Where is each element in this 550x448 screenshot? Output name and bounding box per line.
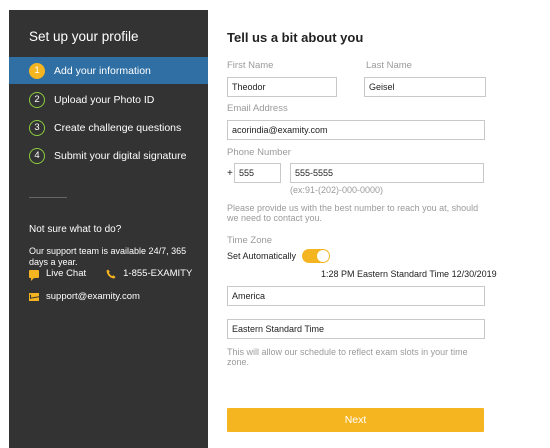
step-label: Add your information [54, 64, 151, 77]
chat-icon [29, 269, 39, 281]
profile-form: Tell us a bit about you First Name Theod… [208, 10, 550, 448]
country-code-input[interactable]: 555 [234, 163, 281, 183]
step-label: Upload your Photo ID [54, 93, 155, 106]
help-text: Our support team is available 24/7, 365 … [29, 246, 187, 267]
auto-timezone-toggle[interactable] [302, 249, 331, 263]
email-label: Email Address [227, 103, 288, 114]
first-name-label: First Name [227, 60, 274, 71]
step-challenge-questions[interactable]: 3 Create challenge questions [9, 114, 208, 141]
timezone-note: This will allow our schedule to reflect … [227, 347, 468, 367]
phone-icon [106, 269, 116, 278]
next-button[interactable]: Next [227, 408, 484, 432]
step-number-3: 3 [29, 119, 45, 136]
toggle-knob [317, 250, 330, 262]
help-title: Not sure what to do? [29, 224, 122, 235]
timezone-label: Time Zone [227, 235, 273, 246]
email-row: support@examity.com [29, 291, 140, 302]
step-digital-signature[interactable]: 4 Submit your digital signature [9, 142, 208, 169]
live-chat-link[interactable]: Live Chat [29, 268, 87, 281]
phone-plus-sign: + [227, 168, 233, 179]
last-name-label: Last Name [366, 60, 412, 71]
form-title: Tell us a bit about you [227, 30, 364, 45]
auto-timezone-row: Set Automatically [227, 249, 331, 263]
phone-link[interactable]: 1-855-EXAMITY [106, 268, 192, 279]
region-select[interactable]: America [227, 286, 485, 306]
phone-note: Please provide us with the best number t… [227, 203, 479, 223]
step-number-2: 2 [29, 91, 45, 108]
step-number-1: 1 [29, 62, 45, 79]
current-time-readout: 1:28 PM Eastern Standard Time 12/30/2019 [321, 269, 497, 279]
phone-number-input[interactable]: 555-5555 [290, 163, 484, 183]
step-label: Create challenge questions [54, 121, 182, 134]
step-add-information[interactable]: 1 Add your information [9, 57, 217, 84]
email-label: support@examity.com [46, 291, 140, 302]
step-label: Submit your digital signature [54, 149, 187, 162]
phone-label: Phone Number [227, 147, 291, 158]
mail-icon [29, 292, 39, 301]
timezone-select[interactable]: Eastern Standard Time [227, 319, 485, 339]
step-number-4: 4 [29, 147, 45, 164]
app-frame: Set up your profile 1 Add your informati… [0, 0, 550, 448]
email-input[interactable]: acorindia@examity.com [227, 120, 485, 140]
phone-label: 1-855-EXAMITY [123, 268, 193, 279]
sidebar-divider [29, 197, 67, 198]
step-upload-photo-id[interactable]: 2 Upload your Photo ID [9, 86, 208, 113]
live-chat-label: Live Chat [46, 268, 87, 279]
sidebar: Set up your profile 1 Add your informati… [9, 10, 217, 448]
last-name-input[interactable]: Geisel [364, 77, 486, 97]
set-automatically-label: Set Automatically [227, 251, 297, 261]
email-link[interactable]: support@examity.com [29, 291, 140, 302]
sidebar-title: Set up your profile [29, 29, 139, 44]
phone-format-hint: (ex:91-(202)-000-0000) [290, 185, 384, 195]
first-name-input[interactable]: Theodor [227, 77, 337, 97]
contact-row: Live Chat 1-855-EXAMITY [29, 268, 192, 281]
